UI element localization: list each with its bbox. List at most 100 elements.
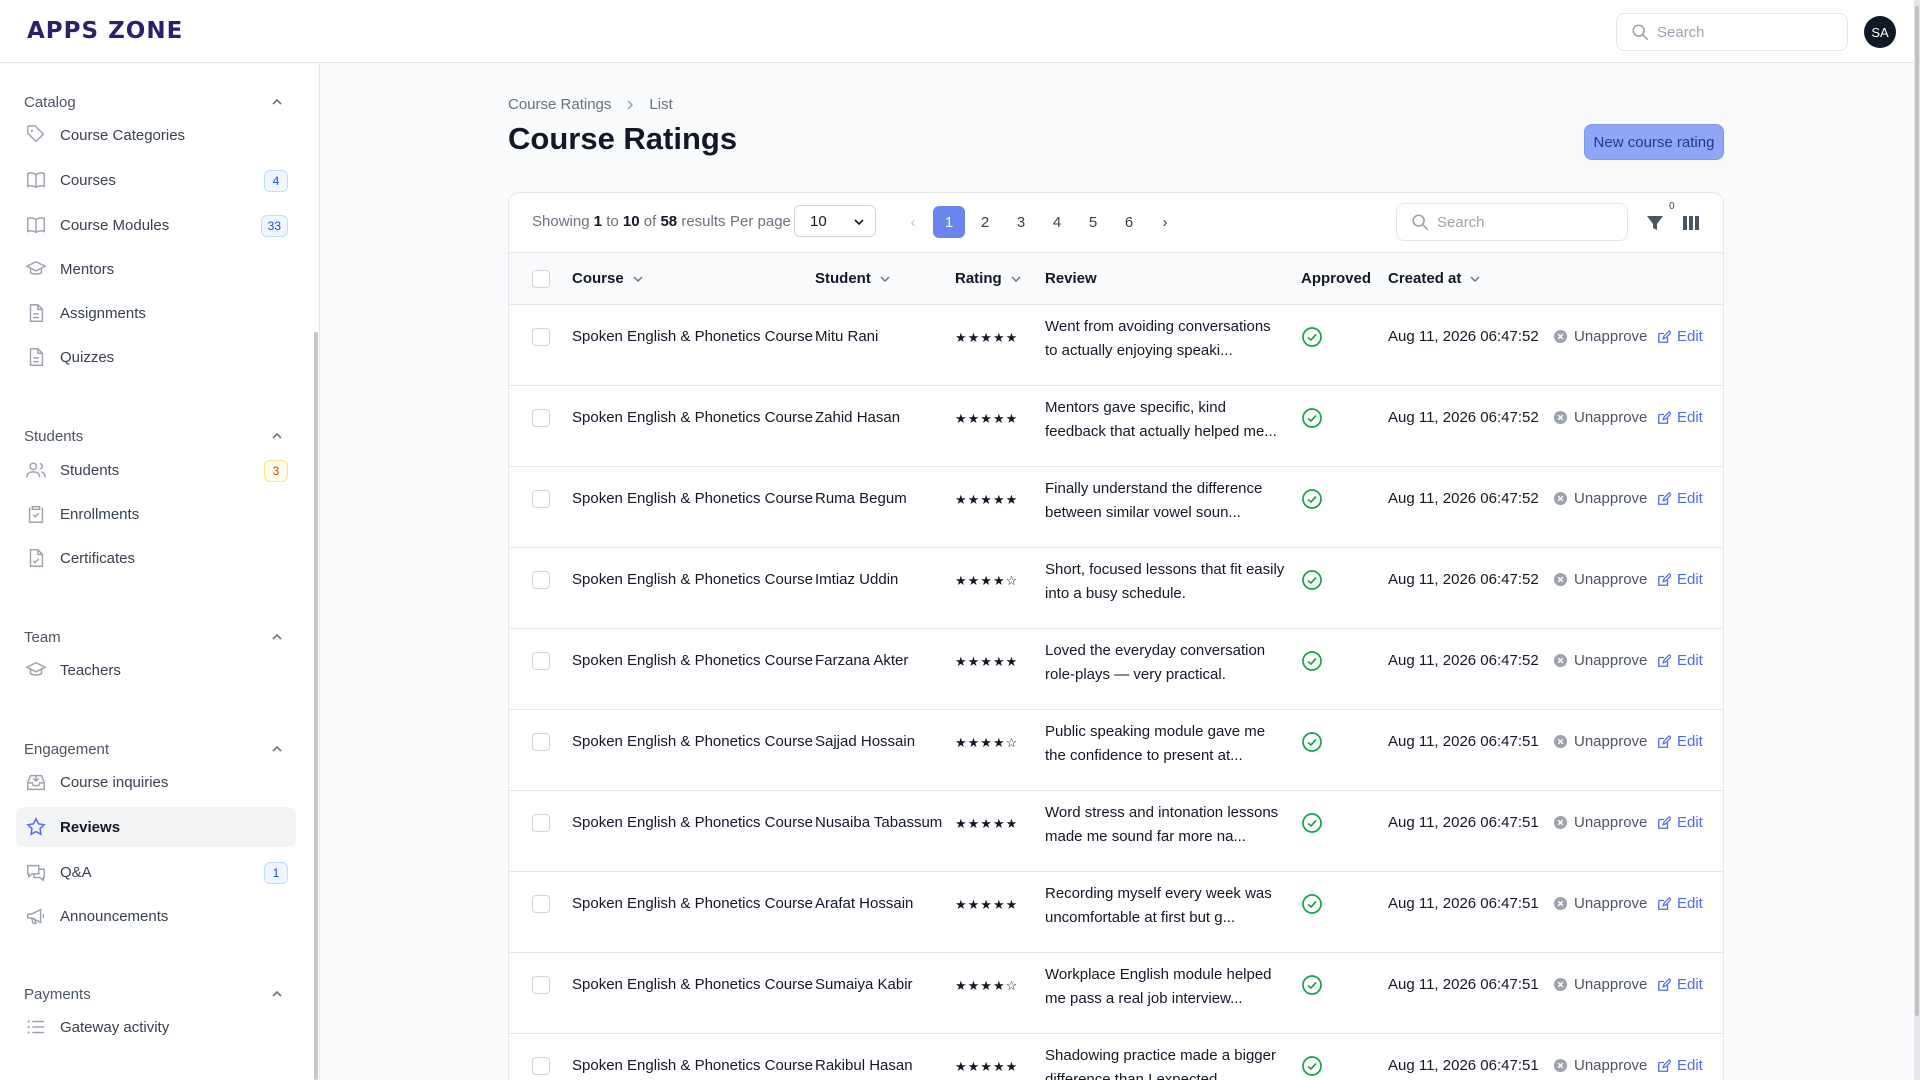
edit-button[interactable]: Edit bbox=[1657, 1057, 1703, 1074]
sidebar-group-team[interactable]: Team bbox=[24, 625, 284, 649]
table-row[interactable]: Spoken English & Phonetics Course Imtiaz … bbox=[509, 548, 1723, 629]
edit-button[interactable]: Edit bbox=[1657, 571, 1703, 588]
row-checkbox[interactable] bbox=[532, 895, 550, 913]
cell-course: Spoken English & Phonetics Course bbox=[572, 409, 813, 426]
sidebar-item-course-categories[interactable]: Course Categories bbox=[16, 115, 296, 155]
table-row[interactable]: Spoken English & Phonetics Course Mitu Ra… bbox=[509, 305, 1723, 386]
page-title: Course Ratings bbox=[508, 121, 738, 156]
table-row[interactable]: Spoken English & Phonetics Course Nusaiba… bbox=[509, 791, 1723, 872]
document-check-icon bbox=[29, 549, 44, 567]
sidebar-item-announcements[interactable]: Announcements bbox=[16, 896, 296, 936]
table-row[interactable]: Spoken English & Phonetics Course Sumaiya… bbox=[509, 953, 1723, 1034]
unapprove-button[interactable]: Unapprove bbox=[1553, 895, 1647, 912]
unapprove-button[interactable]: Unapprove bbox=[1553, 328, 1647, 345]
filter-icon[interactable] bbox=[1645, 213, 1665, 233]
table-row[interactable]: Spoken English & Phonetics Course Arafat … bbox=[509, 872, 1723, 953]
unapprove-button[interactable]: Unapprove bbox=[1553, 976, 1647, 993]
unapprove-button[interactable]: Unapprove bbox=[1553, 1057, 1647, 1074]
column-header-course[interactable]: Course bbox=[572, 270, 644, 287]
unapprove-label: Unapprove bbox=[1574, 571, 1648, 588]
unapprove-button[interactable]: Unapprove bbox=[1553, 652, 1647, 669]
sidebar-item-assignments[interactable]: Assignments bbox=[16, 293, 296, 333]
x-circle-icon bbox=[1553, 1058, 1568, 1073]
prev-page-button[interactable]: ‹ bbox=[897, 206, 929, 238]
sidebar-scrollbar[interactable] bbox=[314, 332, 318, 1080]
sidebar-item-reviews[interactable]: Reviews bbox=[16, 807, 296, 847]
sidebar-item-course-inquiries[interactable]: Course inquiries bbox=[16, 762, 296, 802]
edit-button[interactable]: Edit bbox=[1657, 490, 1703, 507]
x-circle-icon bbox=[1553, 410, 1568, 425]
sidebar-item-teachers[interactable]: Teachers bbox=[16, 650, 296, 690]
edit-button[interactable]: Edit bbox=[1657, 895, 1703, 912]
unapprove-button[interactable]: Unapprove bbox=[1553, 490, 1647, 507]
sidebar-item-label: Gateway activity bbox=[60, 1018, 170, 1036]
sidebar-item-quizzes[interactable]: Quizzes bbox=[16, 337, 296, 377]
sidebar-group-payments[interactable]: Payments bbox=[24, 982, 284, 1006]
page-scrollbar-thumb[interactable] bbox=[1915, 6, 1919, 1016]
row-checkbox[interactable] bbox=[532, 976, 550, 994]
sidebar-item-label: Course Categories bbox=[60, 126, 186, 144]
row-checkbox[interactable] bbox=[532, 814, 550, 832]
column-header-rating[interactable]: Rating bbox=[955, 270, 1022, 287]
sidebar-item-qa[interactable]: Q&A 1 bbox=[16, 852, 296, 892]
edit-button[interactable]: Edit bbox=[1657, 814, 1703, 831]
columns-icon[interactable] bbox=[1681, 213, 1701, 233]
sidebar-item-gateway-activity[interactable]: Gateway activity bbox=[16, 1007, 296, 1047]
page-button-3[interactable]: 3 bbox=[1005, 206, 1037, 238]
row-checkbox[interactable] bbox=[532, 652, 550, 670]
breadcrumb-parent[interactable]: Course Ratings bbox=[508, 96, 611, 113]
edit-button[interactable]: Edit bbox=[1657, 733, 1703, 750]
table-row[interactable]: Spoken English & Phonetics Course Farzana… bbox=[509, 629, 1723, 710]
page-button-5[interactable]: 5 bbox=[1077, 206, 1109, 238]
edit-button[interactable]: Edit bbox=[1657, 328, 1703, 345]
approved-check-icon bbox=[1302, 408, 1322, 428]
page-button-1[interactable]: 1 bbox=[933, 206, 965, 238]
sidebar-item-certificates[interactable]: Certificates bbox=[16, 538, 296, 578]
list-icon bbox=[27, 1020, 45, 1034]
row-checkbox[interactable] bbox=[532, 490, 550, 508]
page-button-6[interactable]: 6 bbox=[1113, 206, 1145, 238]
sidebar-group-catalog[interactable]: Catalog bbox=[24, 90, 284, 114]
table-search-input[interactable]: Search bbox=[1396, 203, 1628, 241]
sidebar-item-mentors[interactable]: Mentors bbox=[16, 249, 296, 289]
column-header-student[interactable]: Student bbox=[815, 270, 891, 287]
row-checkbox[interactable] bbox=[532, 733, 550, 751]
app-logo[interactable]: APPS ZONE bbox=[27, 18, 183, 44]
sidebar-item-students[interactable]: Students 3 bbox=[16, 450, 296, 490]
row-checkbox[interactable] bbox=[532, 571, 550, 589]
table-row[interactable]: Spoken English & Phonetics Course Zahid H… bbox=[509, 386, 1723, 467]
page-button-2[interactable]: 2 bbox=[969, 206, 1001, 238]
edit-button[interactable]: Edit bbox=[1657, 409, 1703, 426]
sidebar-group-students[interactable]: Students bbox=[24, 424, 284, 448]
page-scrollbar[interactable] bbox=[1914, 0, 1920, 1080]
sidebar-item-enrollments[interactable]: Enrollments bbox=[16, 494, 296, 534]
column-header-created-at[interactable]: Created at bbox=[1388, 270, 1481, 287]
sidebar-item-courses[interactable]: Courses 4 bbox=[16, 160, 296, 200]
table-row[interactable]: Spoken English & Phonetics Course Ruma Be… bbox=[509, 467, 1723, 548]
sidebar-item-course-modules[interactable]: Course Modules 33 bbox=[16, 205, 296, 245]
row-checkbox[interactable] bbox=[532, 1057, 550, 1075]
per-page-select[interactable]: 10 bbox=[794, 205, 876, 237]
next-page-button[interactable]: › bbox=[1149, 206, 1181, 238]
row-checkbox[interactable] bbox=[532, 328, 550, 346]
select-all-checkbox[interactable] bbox=[532, 270, 550, 288]
row-checkbox[interactable] bbox=[532, 409, 550, 427]
new-course-rating-button[interactable]: New course rating bbox=[1584, 124, 1724, 160]
x-circle-icon bbox=[1553, 653, 1568, 668]
cell-created-at: Aug 11, 2026 06:47:51 bbox=[1388, 733, 1539, 750]
cell-course: Spoken English & Phonetics Course bbox=[572, 571, 813, 588]
unapprove-button[interactable]: Unapprove bbox=[1553, 733, 1647, 750]
x-circle-icon bbox=[1553, 896, 1568, 911]
edit-button[interactable]: Edit bbox=[1657, 976, 1703, 993]
unapprove-label: Unapprove bbox=[1574, 652, 1648, 669]
sidebar-group-engagement[interactable]: Engagement bbox=[24, 737, 284, 761]
user-avatar[interactable]: SA bbox=[1864, 16, 1896, 48]
unapprove-button[interactable]: Unapprove bbox=[1553, 409, 1647, 426]
global-search-input[interactable]: Search bbox=[1616, 13, 1848, 51]
unapprove-button[interactable]: Unapprove bbox=[1553, 571, 1647, 588]
page-button-4[interactable]: 4 bbox=[1041, 206, 1073, 238]
table-row[interactable]: Spoken English & Phonetics Course Sajjad … bbox=[509, 710, 1723, 791]
table-row[interactable]: Spoken English & Phonetics Course Rakibul… bbox=[509, 1034, 1723, 1080]
unapprove-button[interactable]: Unapprove bbox=[1553, 814, 1647, 831]
edit-button[interactable]: Edit bbox=[1657, 652, 1703, 669]
